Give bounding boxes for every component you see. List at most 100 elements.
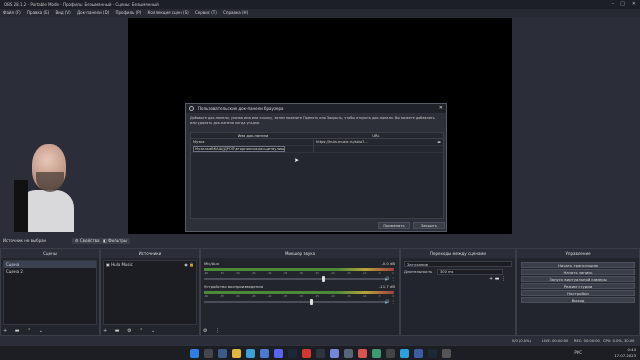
language-indicator[interactable]: РУС <box>574 350 582 355</box>
app-icon[interactable] <box>344 349 353 358</box>
track-name: Устройство воспроизведения <box>204 284 263 289</box>
duration-input[interactable]: 300 ms <box>437 269 503 275</box>
track-menu-icon[interactable]: 🔊 ⋮ <box>385 276 395 281</box>
app-icon[interactable] <box>316 349 325 358</box>
scale-tick-label: -35 <box>283 295 288 298</box>
meter-scale: -60 -55 -50 -45 -40 -35 -30 -25 -20 -15 -10 -5 0 <box>204 272 394 276</box>
volume-meter <box>204 268 394 271</box>
menu-file[interactable]: Файл (F) <box>3 10 21 15</box>
transition-select[interactable]: Затухание <box>404 261 512 267</box>
window-titlebar: OBS 28.1.2 - Portable Mode - Профиль: Бе… <box>0 0 640 9</box>
new-dock-name-cell[interactable] <box>191 146 315 152</box>
scale-tick-label: -50 <box>235 295 240 298</box>
apply-button[interactable]: Применить <box>378 222 410 229</box>
minimize-icon[interactable]: – <box>612 0 615 9</box>
steam-icon[interactable] <box>428 349 437 358</box>
scale-tick-label: -55 <box>219 272 224 275</box>
studio-mode-button[interactable]: Режим студии <box>521 283 635 289</box>
dropped-frames: 0/0 (0.0%) <box>512 339 531 343</box>
properties-button[interactable]: ⚙ Свойства <box>72 238 103 244</box>
meter-scale: -60 -55 -50 -45 -40 -35 -30 -25 -20 -15 -10 -5 0 <box>204 295 394 299</box>
scale-tick-label: -40 <box>267 272 272 275</box>
telegram-icon[interactable] <box>400 349 409 358</box>
col-header-url: URL <box>372 134 380 138</box>
settings-button[interactable]: Настройки <box>521 290 635 296</box>
menu-docks[interactable]: Док-панели (D) <box>77 10 109 15</box>
sources-dock: Источники ▣ Hula Music ◉ 🔒 + ▬ ⚙ ⌃ ⌄ <box>100 248 200 336</box>
new-dock-url-cell[interactable] <box>314 146 435 152</box>
track-menu-icon[interactable]: 🔊 ⋮ <box>385 299 395 304</box>
scene-item[interactable]: Сцена <box>4 261 96 268</box>
scenes-title: Сцены <box>1 249 99 258</box>
app-icon[interactable] <box>358 349 367 358</box>
mouse-cursor-icon: ➤ <box>294 157 300 164</box>
menu-scene-collection[interactable]: Коллекция сцен (S) <box>148 10 189 15</box>
scenes-toolbar[interactable]: + ▬ ⌃ ⌄ <box>3 328 46 334</box>
transitions-title: Переходы между сценами <box>401 249 515 258</box>
status-bar: 0/0 (0.0%) LIVE: 00:00:00 REC: 00:00:00 … <box>0 337 640 351</box>
menu-edit[interactable]: Правка (E) <box>27 10 49 15</box>
app-icon[interactable] <box>442 349 451 358</box>
obs-taskbar-icon[interactable] <box>386 349 395 358</box>
windows-taskbar: РУС 0:44 17.07.2023 <box>0 345 640 360</box>
source-item[interactable]: ▣ Hula Music ◉ 🔒 <box>104 261 196 268</box>
filters-button[interactable]: ◧ Фильтры <box>100 238 131 244</box>
scene-item[interactable]: Сцена 2 <box>4 268 96 275</box>
maximize-icon[interactable]: □ <box>620 0 625 9</box>
start-recording-button[interactable]: Начать запись <box>521 269 635 275</box>
app-icon[interactable] <box>330 349 339 358</box>
explorer-icon[interactable] <box>232 349 241 358</box>
scale-tick-label: -5 <box>378 272 381 275</box>
menu-bar: Файл (F) Правка (E) Вид (V) Док-панели (… <box>0 9 640 17</box>
close-icon[interactable]: ✕ <box>632 0 636 9</box>
edge-icon[interactable] <box>246 349 255 358</box>
controls-dock: Управление Начать трансляцию Начать запи… <box>516 248 640 336</box>
start-icon[interactable] <box>190 349 199 358</box>
sources-toolbar[interactable]: + ▬ ⚙ ⌃ ⌄ <box>103 328 158 334</box>
task-view-icon[interactable] <box>218 349 227 358</box>
dialog-close-icon[interactable]: ✕ <box>439 104 443 113</box>
exit-button[interactable]: Выход <box>521 297 635 303</box>
close-button[interactable]: Закрыть <box>413 222 445 229</box>
start-virtual-camera-button[interactable]: Запуск виртуальной камеры <box>521 276 635 282</box>
search-icon[interactable] <box>204 349 213 358</box>
track-name: Mic/Aux <box>204 261 219 266</box>
steam-icon[interactable] <box>288 349 297 358</box>
transition-add-remove-icons[interactable]: + ▬ ⋮ <box>489 276 506 282</box>
scale-tick-label: -30 <box>298 272 304 275</box>
scale-tick-label: -40 <box>267 295 272 298</box>
scale-tick-label: -10 <box>362 272 367 275</box>
mixer-toolbar[interactable]: ⚙ ⋮ <box>203 328 223 334</box>
volume-slider-knob[interactable] <box>322 276 326 282</box>
scale-tick-label: -15 <box>346 295 351 298</box>
menu-view[interactable]: Вид (V) <box>55 10 70 15</box>
app-icon[interactable] <box>414 349 423 358</box>
menu-help[interactable]: Справка (H) <box>223 10 248 15</box>
volume-slider[interactable] <box>204 299 389 305</box>
controls-title: Управление <box>517 249 639 258</box>
scale-tick-label: -25 <box>314 272 319 275</box>
dock-url-cell[interactable]: https://hula-music.ru/stvo?... <box>314 139 435 145</box>
volume-slider-knob[interactable] <box>309 299 313 305</box>
menu-tools[interactable]: Сервис (T) <box>195 10 217 15</box>
volume-slider[interactable] <box>204 276 389 282</box>
dialog-titlebar: Пользовательские док-панели браузера ✕ <box>186 104 446 113</box>
col-header-name: Имя док-панели <box>237 134 269 138</box>
app-icon[interactable] <box>302 349 311 358</box>
app-icon[interactable] <box>372 349 381 358</box>
table-row[interactable]: Музка https://hula-music.ru/stvo?... ▬ <box>191 139 443 146</box>
remove-row-icon[interactable]: ▬ <box>435 139 443 145</box>
table-row-new[interactable] <box>191 146 443 153</box>
new-dock-name-input[interactable] <box>193 146 285 152</box>
scale-tick-label: -15 <box>346 272 351 275</box>
menu-profile[interactable]: Профиль (P) <box>115 10 141 15</box>
live-time: LIVE: 00:00:00 <box>542 339 569 343</box>
chrome-icon[interactable] <box>260 349 269 358</box>
mixer-title: Микшер звука <box>201 249 399 258</box>
sources-title: Источники <box>101 249 199 258</box>
dock-name-cell[interactable]: Музка <box>191 139 315 145</box>
start-streaming-button[interactable]: Начать трансляцию <box>521 262 635 268</box>
discord-icon[interactable] <box>274 349 283 358</box>
scale-tick-label: -25 <box>314 295 319 298</box>
clock[interactable]: 0:44 17.07.2023 <box>614 347 636 359</box>
